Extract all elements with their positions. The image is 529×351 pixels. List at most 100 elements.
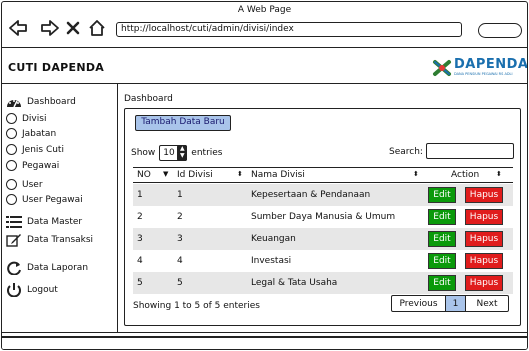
spinner-icon: ▲ ▼ [177, 145, 188, 161]
cell-nama: Sumber Daya Manusia & Umum [251, 212, 396, 222]
list-icon [6, 216, 22, 228]
home-icon[interactable] [88, 19, 106, 37]
cell-nama: Keuangan [251, 234, 296, 244]
entries-control: Show 10 ▲ ▼ entries [131, 145, 223, 161]
cell-nama: Kepesertaan & Pendanaan [251, 190, 371, 200]
forward-icon[interactable] [40, 19, 60, 37]
edit-button[interactable]: Edit [428, 253, 456, 269]
browser-search-box[interactable] [478, 23, 522, 38]
sidebar-item-dashboard[interactable]: Dashboard [6, 95, 76, 109]
cell-no: 3 [137, 234, 143, 244]
table-row: 3 3 Keuangan Edit Hapus [133, 228, 513, 250]
browser-window: A Web Page http://localhost/cuti/admin/d… [1, 1, 528, 350]
edit-button[interactable]: Edit [428, 231, 456, 247]
radio-icon [6, 128, 17, 139]
cell-id: 1 [177, 190, 183, 200]
cell-id: 4 [177, 256, 183, 266]
cell-id: 2 [177, 212, 183, 222]
sort-icon[interactable]: ⬍ [496, 170, 502, 178]
entries-label: entries [191, 148, 223, 158]
column-header-nama-divisi[interactable]: Nama Divisi [251, 170, 305, 180]
refresh-icon [7, 261, 21, 275]
table-info: Showing 1 to 5 of 5 enteries [133, 301, 260, 311]
current-page-button[interactable]: 1 [446, 296, 466, 311]
data-panel: Tambah Data Baru Show 10 ▲ ▼ entries Sear… [124, 108, 521, 326]
cell-no: 5 [137, 278, 143, 288]
delete-button[interactable]: Hapus [465, 187, 503, 203]
breadcrumb: Dashboard [124, 94, 173, 104]
search-label: Search: [389, 147, 423, 157]
cell-no: 2 [137, 212, 143, 222]
delete-button[interactable]: Hapus [465, 231, 503, 247]
sidebar-item-user-pegawai[interactable]: User Pegawai [6, 194, 83, 205]
add-data-button[interactable]: Tambah Data Baru [135, 115, 231, 131]
logo-text: DAPENDA [454, 57, 528, 72]
cell-nama: Investasi [251, 256, 292, 266]
sidebar-item-user[interactable]: User [6, 179, 43, 190]
show-label: Show [131, 148, 156, 158]
cell-no: 4 [137, 256, 143, 266]
app-header: CUTI DAPENDA DAPENDA DANA PENSIUN PEGAWA… [2, 48, 527, 84]
entries-select[interactable]: 10 ▲ ▼ [159, 145, 188, 161]
column-header-id-divisi[interactable]: Id Divisi [177, 170, 213, 180]
sidebar-item-label: Jenis Cuti [22, 144, 64, 155]
delete-button[interactable]: Hapus [465, 253, 503, 269]
entries-value: 10 [163, 148, 175, 158]
sort-icon[interactable]: ⬍ [413, 170, 419, 178]
delete-button[interactable]: Hapus [465, 275, 503, 291]
sidebar-item-label: Logout [27, 285, 58, 295]
sidebar-item-label: Data Laporan [27, 263, 89, 273]
address-bar[interactable]: http://localhost/cuti/admin/divisi/index [116, 22, 462, 37]
sidebar-item-label: Dashboard [27, 97, 76, 107]
next-page-button[interactable]: Next [466, 296, 508, 311]
previous-page-button[interactable]: Previous [392, 296, 446, 311]
sidebar-item-label: Jabatan [22, 128, 57, 139]
power-icon [7, 283, 21, 297]
search-input[interactable] [426, 143, 514, 159]
table-row: 1 1 Kepesertaan & Pendanaan Edit Hapus [133, 184, 513, 206]
pagination: Previous 1 Next [391, 295, 509, 312]
edit-button[interactable]: Edit [428, 187, 456, 203]
table-row: 5 5 Legal & Tata Usaha Edit Hapus [133, 272, 513, 294]
sidebar-item-label: Divisi [22, 113, 47, 124]
column-header-no[interactable]: NO [137, 170, 151, 180]
sort-icon[interactable]: ⬍ [237, 170, 243, 178]
sidebar-item-pegawai[interactable]: Pegawai [6, 160, 59, 171]
back-icon[interactable] [8, 19, 28, 37]
title-bar: A Web Page http://localhost/cuti/admin/d… [2, 2, 527, 48]
sidebar-item-jenis-cuti[interactable]: Jenis Cuti [6, 144, 64, 155]
table-row: 4 4 Investasi Edit Hapus [133, 250, 513, 272]
sidebar-item-data-transaksi[interactable]: Data Transaksi [6, 233, 93, 247]
delete-button[interactable]: Hapus [465, 209, 503, 225]
edit-icon [6, 234, 21, 247]
sidebar-item-jabatan[interactable]: Jabatan [6, 128, 56, 139]
sidebar-item-label: Data Transaksi [27, 235, 94, 245]
sidebar-item-data-master[interactable]: Data Master [6, 215, 82, 229]
app-title: CUTI DAPENDA [8, 61, 105, 74]
sidebar-item-divisi[interactable]: Divisi [6, 113, 46, 124]
cell-nama: Legal & Tata Usaha [251, 278, 338, 288]
sidebar-item-logout[interactable]: Logout [6, 283, 58, 297]
stop-icon[interactable] [66, 19, 80, 37]
table-header: NO ▼ Id Divisi ⬍ Nama Divisi ⬍ Action ⬍ [133, 167, 513, 183]
sidebar-item-data-laporan[interactable]: Data Laporan [6, 261, 88, 275]
cell-id: 5 [177, 278, 183, 288]
dashboard-icon [7, 100, 21, 108]
edit-button[interactable]: Edit [428, 209, 456, 225]
sidebar-item-label: Data Master [27, 217, 83, 227]
radio-icon [6, 144, 17, 155]
cell-no: 1 [137, 190, 143, 200]
dapenda-logo: DAPENDA DANA PENSIUN PEGAWAI RS ADLI [432, 56, 528, 80]
radio-icon [6, 179, 17, 190]
status-bar [2, 332, 527, 349]
logo-emblem-icon [433, 60, 451, 76]
edit-button[interactable]: Edit [428, 275, 456, 291]
sort-down-icon[interactable]: ▼ [163, 170, 168, 178]
window-title: A Web Page [237, 5, 292, 15]
cell-id: 3 [177, 234, 183, 244]
sidebar: Dashboard Divisi Jabatan Jenis Cuti Pega… [2, 84, 118, 332]
sidebar-item-label: User [22, 179, 43, 190]
sidebar-item-label: User Pegawai [22, 194, 83, 205]
radio-icon [6, 194, 17, 205]
column-header-action: Action [451, 170, 480, 180]
